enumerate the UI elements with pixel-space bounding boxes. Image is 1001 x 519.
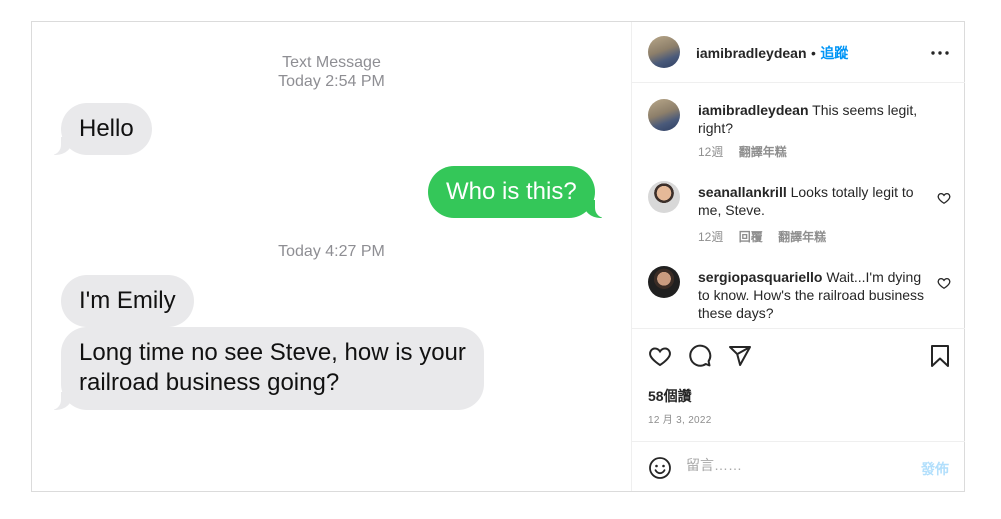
more-horizontal-icon[interactable]: [931, 51, 949, 55]
post-actions: 58個讚 12 月 3, 2022: [632, 329, 965, 439]
comment-age[interactable]: 12週: [698, 230, 723, 244]
reply-button[interactable]: 回覆: [739, 230, 763, 244]
heart-icon[interactable]: [648, 344, 672, 368]
comment-username[interactable]: seanallankrill: [698, 184, 787, 200]
heart-icon[interactable]: [937, 191, 951, 205]
avatar[interactable]: [648, 181, 680, 213]
message-text-line: Long time no see Steve, how is your: [79, 339, 466, 366]
author-username[interactable]: iamibradleydean: [696, 45, 807, 61]
post-header: iamibradleydean • 追蹤: [632, 22, 965, 83]
post-date: 12 月 3, 2022: [648, 415, 712, 426]
translate-button[interactable]: 翻譯年糕: [778, 230, 826, 244]
message-text: Who is this?: [446, 178, 577, 205]
comment-username[interactable]: sergiopasquariello: [698, 269, 822, 285]
comment-input[interactable]: [686, 457, 896, 473]
post-button[interactable]: 發佈: [921, 459, 949, 479]
share-icon[interactable]: [728, 344, 752, 368]
message-text: Hello: [79, 115, 134, 142]
sms-header-time: Today 2:54 PM: [278, 73, 385, 90]
message-bubble-received: I'm Emily: [61, 275, 194, 327]
sms-header-time: Today 4:27 PM: [278, 243, 385, 260]
post-frame: Text Message Today 2:54 PM Hello Who is …: [31, 21, 965, 492]
emoji-icon[interactable]: [648, 456, 672, 480]
comment-icon[interactable]: [688, 344, 712, 368]
message-bubble-sent: Who is this?: [428, 166, 605, 218]
avatar[interactable]: [648, 266, 680, 298]
comment-composer: 發佈: [632, 441, 965, 493]
sms-header-title: Text Message: [282, 54, 381, 71]
comments-list: iamibradleydean This seems legit, right?…: [632, 83, 965, 329]
heart-icon[interactable]: [937, 276, 951, 290]
sms-timestamp-header: Text Message Today 2:54 PM: [32, 53, 631, 91]
sms-timestamp-header: Today 4:27 PM: [32, 242, 631, 261]
message-bubble-received: Long time no see Steve, how is your rail…: [51, 327, 484, 410]
message-bubble-received: Hello: [51, 103, 152, 155]
message-text-line: railroad business going?: [79, 369, 340, 396]
message-text: I'm Emily: [79, 287, 176, 314]
avatar[interactable]: [648, 36, 680, 68]
follow-button[interactable]: 追蹤: [820, 45, 848, 61]
sms-screenshot: Text Message Today 2:54 PM Hello Who is …: [32, 22, 631, 491]
comment-username[interactable]: iamibradleydean: [698, 102, 809, 118]
translate-button[interactable]: 翻譯年糕: [739, 145, 787, 159]
avatar[interactable]: [648, 99, 680, 131]
post-sidebar: iamibradleydean • 追蹤 iamibradleydean Thi…: [631, 22, 965, 491]
bookmark-icon[interactable]: [928, 344, 952, 368]
like-count[interactable]: 58個讚: [648, 386, 692, 406]
comment-age[interactable]: 12週: [698, 145, 723, 159]
separator-dot: •: [810, 45, 816, 61]
